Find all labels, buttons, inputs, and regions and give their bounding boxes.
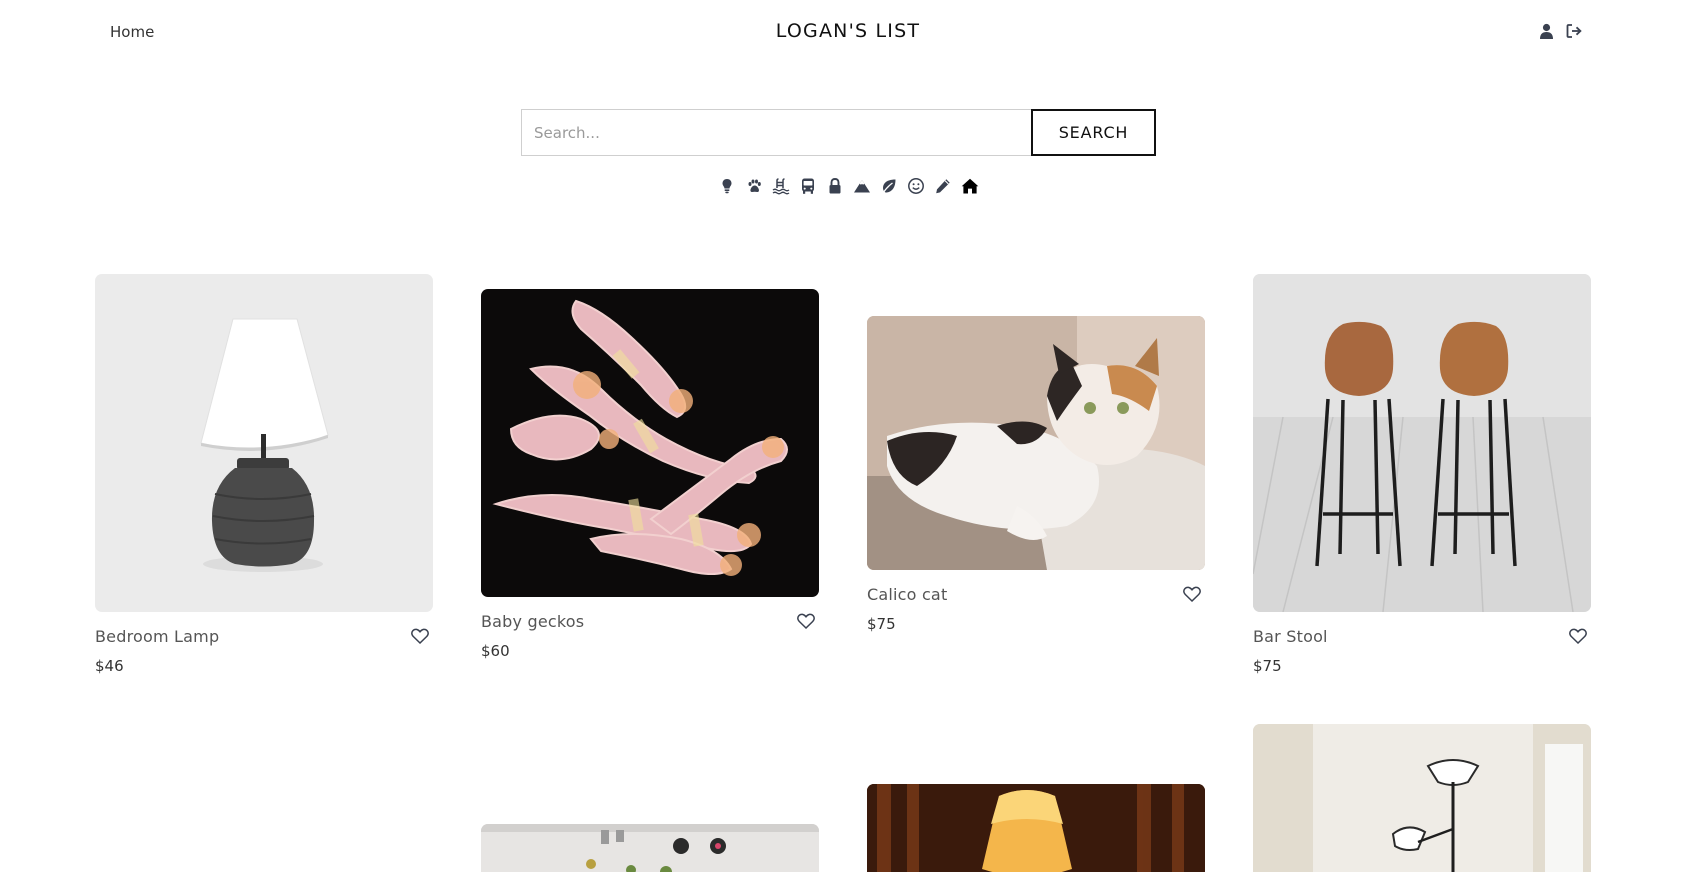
listing-card[interactable] <box>481 824 819 872</box>
header-actions <box>1536 20 1584 42</box>
bus-icon[interactable] <box>798 176 818 196</box>
swimming-icon[interactable] <box>771 176 791 196</box>
listing-title[interactable]: Calico cat <box>867 585 947 604</box>
lightbulb-icon[interactable] <box>717 176 737 196</box>
listing-card[interactable]: Bar Stool $75 <box>1253 274 1591 675</box>
listing-title[interactable]: Bedroom Lamp <box>95 627 219 646</box>
pencil-icon[interactable] <box>933 176 953 196</box>
home-icon[interactable] <box>960 176 980 196</box>
listing-card[interactable]: Baby geckos $60 <box>481 289 819 660</box>
listing-card[interactable] <box>867 784 1205 872</box>
listing-card[interactable]: Calico cat $75 <box>867 316 1205 633</box>
site-title: LOGAN'S LIST <box>775 20 921 42</box>
listing-price: $46 <box>95 657 124 675</box>
listing-image-cat[interactable] <box>867 316 1205 570</box>
lock-icon[interactable] <box>825 176 845 196</box>
heart-icon[interactable] <box>1181 583 1203 605</box>
listing-image-bar-stool[interactable] <box>1253 274 1591 612</box>
listing-image-geckos[interactable] <box>481 289 819 597</box>
mountain-icon[interactable] <box>852 176 872 196</box>
listing-image-room[interactable] <box>481 824 819 872</box>
leaf-icon[interactable] <box>879 176 899 196</box>
listing-card[interactable]: Bedroom Lamp $46 <box>95 274 433 675</box>
listing-image-lamp[interactable] <box>95 274 433 612</box>
listing-price: $75 <box>1253 657 1282 675</box>
logout-icon[interactable] <box>1564 20 1584 42</box>
listing-card[interactable] <box>1253 724 1591 872</box>
listing-title[interactable]: Bar Stool <box>1253 627 1328 646</box>
listing-price: $75 <box>867 615 896 633</box>
search-bar: SEARCH <box>521 109 1156 156</box>
listing-price: $60 <box>481 642 510 660</box>
heart-icon[interactable] <box>409 625 431 647</box>
user-icon[interactable] <box>1536 20 1556 42</box>
heart-icon[interactable] <box>1567 625 1589 647</box>
search-button[interactable]: SEARCH <box>1031 109 1156 156</box>
listing-title[interactable]: Baby geckos <box>481 612 584 631</box>
category-filter-bar <box>0 176 1696 196</box>
listing-image-vintage-lamp[interactable] <box>867 784 1205 872</box>
search-input[interactable] <box>521 109 1031 156</box>
heart-icon[interactable] <box>795 610 817 632</box>
smile-icon[interactable] <box>906 176 926 196</box>
listing-image-floor-lamp[interactable] <box>1253 724 1591 872</box>
paw-icon[interactable] <box>744 176 764 196</box>
